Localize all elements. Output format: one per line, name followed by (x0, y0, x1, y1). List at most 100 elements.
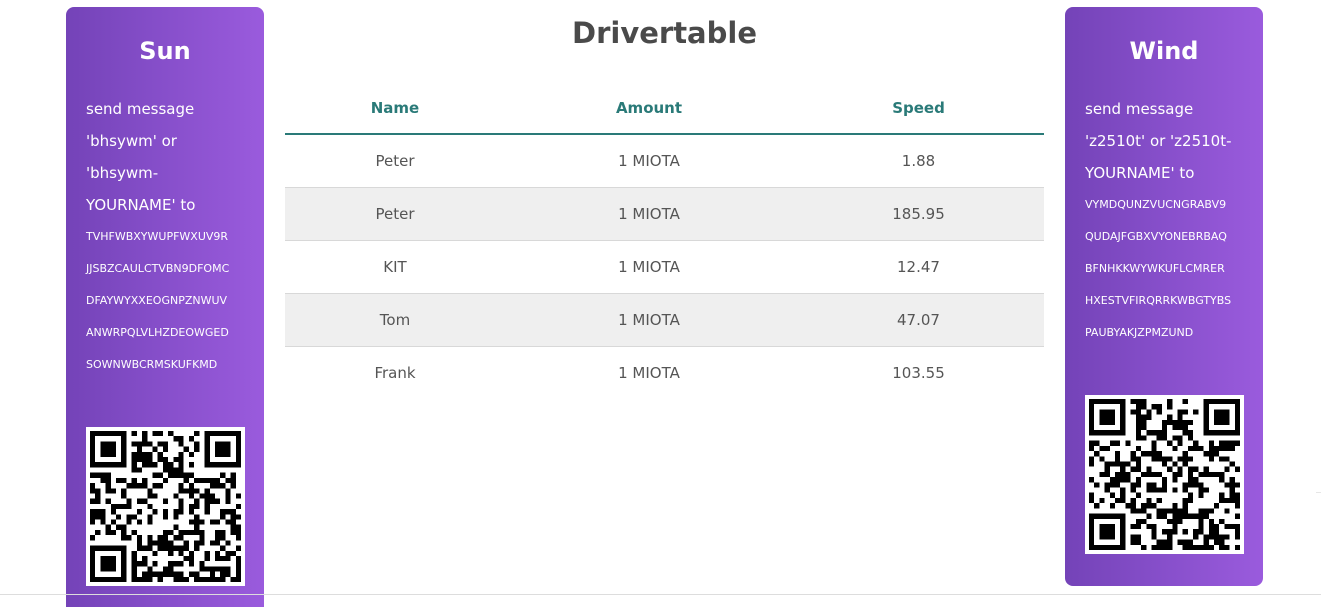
qr-module (1130, 456, 1136, 462)
qr-module (110, 431, 117, 437)
qr-module (131, 566, 137, 572)
qr-module (1198, 513, 1204, 519)
qr-module (110, 566, 117, 572)
qr-module (1156, 451, 1162, 457)
qr-module (1089, 430, 1095, 436)
qr-module (147, 451, 153, 458)
qr-module (1167, 518, 1173, 524)
qr-module (214, 555, 221, 562)
qr-module (1167, 529, 1173, 535)
qr-module (1224, 534, 1230, 540)
qr-module (220, 462, 226, 468)
column-header-name: Name (285, 82, 505, 135)
qr-module (136, 545, 143, 551)
qr-module (173, 561, 179, 567)
qr-module (1172, 487, 1178, 493)
qr-module (204, 441, 210, 447)
qr-module (214, 477, 221, 484)
qr-module (1120, 518, 1126, 524)
qr-module (1193, 445, 1199, 452)
qr-module (1135, 482, 1142, 488)
qr-module (178, 462, 184, 468)
qr-module (1089, 513, 1095, 519)
qr-module (100, 477, 106, 484)
qr-module (1234, 513, 1240, 519)
qr-module (188, 451, 195, 458)
qr-module (1177, 513, 1183, 519)
qr-module (105, 446, 111, 452)
qr-module (1104, 461, 1110, 467)
qr-module (110, 561, 117, 567)
qr-module (1219, 414, 1225, 420)
qr-module (1193, 466, 1199, 472)
qr-module (1187, 466, 1194, 472)
qr-module (1104, 414, 1110, 420)
qr-module (1109, 503, 1116, 509)
wind-address-line: VYMDQUNZVUCNGRABV9 (1085, 198, 1227, 211)
qr-module (142, 545, 148, 551)
qr-module (209, 431, 215, 437)
qr-module (147, 503, 153, 510)
qr-module (142, 431, 148, 437)
qr-module (1208, 440, 1214, 446)
qr-module (1182, 461, 1188, 467)
qr-module (131, 457, 137, 463)
sun-card-body: send message 'bhsywm' or 'bhsywm- YOURNA… (86, 93, 254, 381)
qr-module (1104, 419, 1110, 426)
qr-module (1203, 451, 1209, 457)
qr-module (1115, 440, 1121, 446)
qr-module (1099, 445, 1105, 452)
qr-module (142, 561, 148, 567)
qr-module (1099, 456, 1105, 462)
qr-module (1234, 419, 1240, 426)
qr-module (168, 545, 174, 551)
qr-module (178, 498, 184, 504)
qr-module (1193, 440, 1199, 446)
qr-module (1151, 534, 1157, 540)
qr-module (1167, 508, 1173, 514)
qr-module (1146, 497, 1152, 504)
cell-amount: 1 MIOTA (505, 240, 793, 294)
qr-module (1089, 544, 1095, 550)
qr-module (136, 561, 143, 567)
qr-module (1104, 544, 1110, 550)
qr-module (1094, 544, 1100, 550)
qr-module (1130, 487, 1136, 493)
qr-module (173, 493, 179, 499)
qr-module (121, 451, 127, 458)
qr-module (1089, 539, 1095, 545)
qr-module (1161, 425, 1168, 431)
qr-module (131, 462, 137, 468)
qr-module (204, 566, 210, 572)
qr-module (116, 524, 122, 530)
qr-module (1115, 544, 1121, 550)
qr-module (194, 441, 200, 447)
qr-module (194, 576, 200, 582)
qr-module (168, 550, 174, 556)
qr-module (183, 529, 189, 536)
qr-module (1234, 409, 1240, 415)
qr-module (105, 555, 111, 562)
qr-module (1172, 461, 1178, 467)
qr-module (95, 488, 101, 494)
qr-module (1219, 544, 1225, 550)
cell-amount: 1 MIOTA (618, 152, 680, 170)
qr-module (1187, 477, 1194, 483)
qr-module (1224, 482, 1230, 488)
qr-module (1104, 466, 1110, 472)
qr-module (1099, 497, 1105, 504)
qr-module (173, 436, 179, 442)
qr-module (90, 519, 96, 525)
qr-module (1135, 477, 1142, 483)
driver-table: Name Amount Speed Peter 1 MIOTA 1.88 Pet… (285, 82, 1044, 399)
qr-module (162, 571, 169, 577)
qr-module (1146, 523, 1152, 530)
qr-module (1135, 466, 1142, 472)
qr-module (204, 503, 210, 510)
qr-module (220, 472, 226, 478)
qr-module (1120, 539, 1126, 545)
qr-module (1115, 430, 1121, 436)
qr-module (162, 529, 169, 536)
qr-module (1089, 518, 1095, 524)
qr-module (1161, 456, 1168, 462)
